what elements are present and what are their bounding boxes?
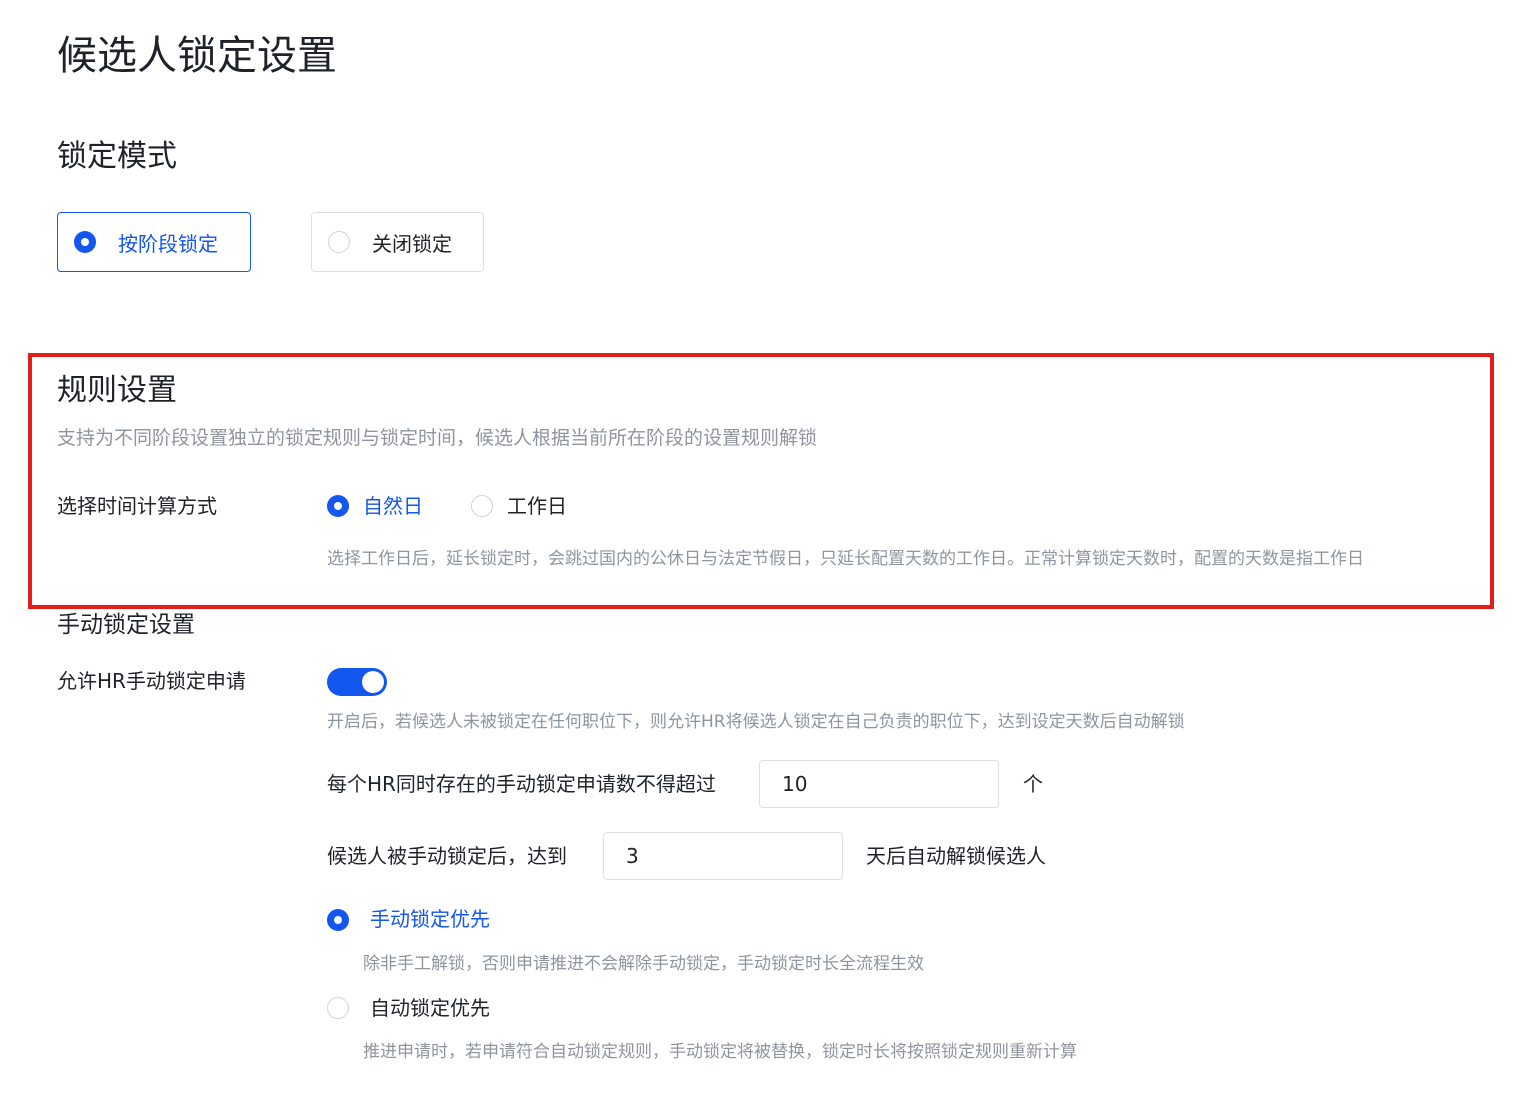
lock-mode-option-label: 关闭锁定 [372, 231, 452, 256]
toggle-knob [362, 671, 384, 693]
lock-mode-option-off[interactable]: 关闭锁定 [311, 212, 484, 272]
radio-auto-priority[interactable] [327, 997, 349, 1019]
radio-unselected-icon [328, 231, 350, 253]
rules-title: 规则设置 [57, 373, 177, 408]
rules-description: 支持为不同阶段设置独立的锁定规则与锁定时间，候选人根据当前所在阶段的设置规则解锁 [57, 427, 818, 449]
radio-natural-day[interactable] [327, 495, 349, 517]
max-requests-input[interactable] [759, 760, 999, 808]
auto-unlock-days-input[interactable] [603, 832, 843, 880]
lock-mode-title: 锁定模式 [57, 139, 177, 174]
page-title: 候选人锁定设置 [57, 33, 337, 79]
priority-auto-hint: 推进申请时，若申请符合自动锁定规则，手动锁定将被替换，锁定时长将按照锁定规则重新… [363, 1042, 1077, 1062]
priority-manual-hint: 除非手工解锁，否则申请推进不会解除手动锁定，手动锁定时长全流程生效 [363, 954, 924, 974]
lock-mode-option-stage[interactable]: 按阶段锁定 [57, 212, 251, 272]
priority-option-auto[interactable]: 自动锁定优先 [370, 994, 490, 1022]
allow-hr-manual-hint: 开启后，若候选人未被锁定在任何职位下，则允许HR将候选人锁定在自己负责的职位下，… [327, 712, 1185, 732]
radio-manual-priority[interactable] [327, 909, 349, 931]
time-calc-label: 选择时间计算方式 [57, 494, 217, 518]
manual-lock-title: 手动锁定设置 [57, 612, 195, 638]
auto-unlock-suffix: 天后自动解锁候选人 [866, 844, 1046, 868]
max-requests-unit: 个 [1023, 772, 1043, 796]
lock-mode-option-label: 按阶段锁定 [118, 231, 218, 256]
auto-unlock-label: 候选人被手动锁定后，达到 [327, 844, 567, 868]
time-option-work-day[interactable]: 工作日 [507, 492, 567, 520]
priority-option-manual[interactable]: 手动锁定优先 [370, 905, 490, 933]
max-requests-label: 每个HR同时存在的手动锁定申请数不得超过 [327, 772, 716, 796]
radio-work-day[interactable] [471, 495, 493, 517]
allow-hr-manual-label: 允许HR手动锁定申请 [57, 669, 246, 693]
time-calc-hint: 选择工作日后，延长锁定时，会跳过国内的公休日与法定节假日，只延长配置天数的工作日… [327, 549, 1364, 569]
allow-hr-manual-toggle[interactable] [327, 668, 387, 696]
time-option-natural-day[interactable]: 自然日 [363, 492, 423, 520]
radio-selected-icon [74, 231, 96, 253]
